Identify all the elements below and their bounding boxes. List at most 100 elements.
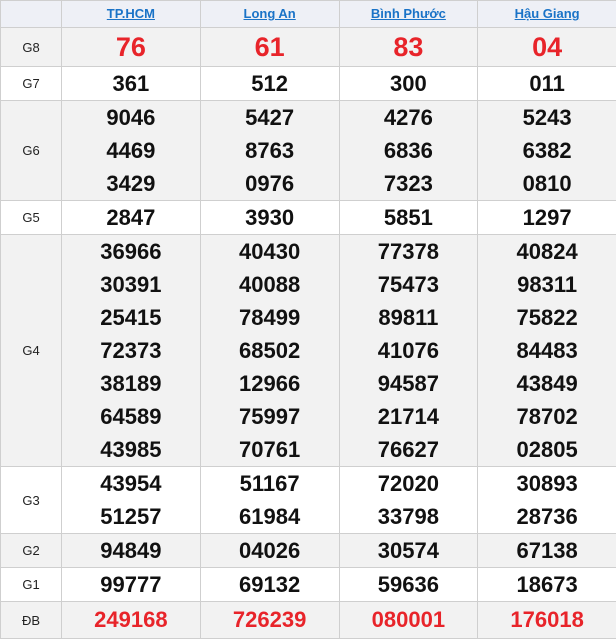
result-number: 02805 bbox=[478, 433, 616, 466]
prize-row-gdb: ĐB249168726239080001176018 bbox=[1, 602, 616, 639]
result-cell: 61 bbox=[200, 28, 339, 67]
province-link-binh-phuoc[interactable]: Bình Phước bbox=[371, 6, 446, 21]
prize-label: G5 bbox=[1, 201, 62, 235]
result-number: 72020 bbox=[340, 467, 478, 500]
prize-row-g3: G343954512575116761984720203379830893287… bbox=[1, 467, 616, 534]
result-number: 080001 bbox=[340, 602, 478, 638]
result-number: 61 bbox=[201, 28, 339, 66]
result-cell: 40430400887849968502129667599770761 bbox=[200, 235, 339, 467]
result-number: 1297 bbox=[478, 201, 616, 234]
result-number: 04 bbox=[478, 28, 616, 66]
result-cell: 5116761984 bbox=[200, 467, 339, 534]
result-number: 3429 bbox=[62, 167, 200, 200]
result-number: 726239 bbox=[201, 602, 339, 638]
result-number: 76627 bbox=[340, 433, 478, 466]
result-cell: 67138 bbox=[478, 534, 616, 568]
result-number: 25415 bbox=[62, 301, 200, 334]
result-number: 6382 bbox=[478, 134, 616, 167]
province-link-tphcm[interactable]: TP.HCM bbox=[107, 6, 155, 21]
province-link-hau-giang[interactable]: Hậu Giang bbox=[515, 6, 580, 21]
results-body: G876618304G7361512300011G690464469342954… bbox=[1, 28, 616, 639]
result-number: 41076 bbox=[340, 334, 478, 367]
result-number: 36966 bbox=[62, 235, 200, 268]
prize-row-g2: G294849040263057467138 bbox=[1, 534, 616, 568]
prize-row-g1: G199777691325963618673 bbox=[1, 568, 616, 602]
result-cell: 04026 bbox=[200, 534, 339, 568]
result-cell: 4395451257 bbox=[62, 467, 201, 534]
result-cell: 080001 bbox=[339, 602, 478, 639]
result-cell: 512 bbox=[200, 67, 339, 101]
prize-row-g7: G7361512300011 bbox=[1, 67, 616, 101]
result-cell: 3089328736 bbox=[478, 467, 616, 534]
result-number: 98311 bbox=[478, 268, 616, 301]
result-cell: 83 bbox=[339, 28, 478, 67]
result-number: 77378 bbox=[340, 235, 478, 268]
result-number: 40824 bbox=[478, 235, 616, 268]
result-number: 7323 bbox=[340, 167, 478, 200]
result-number: 43954 bbox=[62, 467, 200, 500]
result-number: 67138 bbox=[478, 534, 616, 567]
result-cell: 542787630976 bbox=[200, 101, 339, 201]
result-cell: 94849 bbox=[62, 534, 201, 568]
result-number: 75997 bbox=[201, 400, 339, 433]
province-header-cell: Hậu Giang bbox=[478, 1, 616, 28]
result-number: 89811 bbox=[340, 301, 478, 334]
prize-row-g4: G436966303912541572373381896458943985404… bbox=[1, 235, 616, 467]
prize-row-g5: G52847393058511297 bbox=[1, 201, 616, 235]
result-number: 30893 bbox=[478, 467, 616, 500]
result-cell: 011 bbox=[478, 67, 616, 101]
result-cell: 249168 bbox=[62, 602, 201, 639]
result-number: 84483 bbox=[478, 334, 616, 367]
prize-label: G4 bbox=[1, 235, 62, 467]
result-number: 2847 bbox=[62, 201, 200, 234]
prize-row-g8: G876618304 bbox=[1, 28, 616, 67]
prize-row-g6: G690464469342954278763097642766836732352… bbox=[1, 101, 616, 201]
result-number: 40088 bbox=[201, 268, 339, 301]
result-number: 21714 bbox=[340, 400, 478, 433]
result-number: 04026 bbox=[201, 534, 339, 567]
result-number: 40430 bbox=[201, 235, 339, 268]
result-cell: 2847 bbox=[62, 201, 201, 235]
result-number: 38189 bbox=[62, 367, 200, 400]
result-number: 18673 bbox=[478, 568, 616, 601]
prize-label: G6 bbox=[1, 101, 62, 201]
result-number: 249168 bbox=[62, 602, 200, 638]
result-cell: 77378754738981141076945872171476627 bbox=[339, 235, 478, 467]
prize-label: G8 bbox=[1, 28, 62, 67]
result-number: 83 bbox=[340, 28, 478, 66]
result-cell: 361 bbox=[62, 67, 201, 101]
result-cell: 5851 bbox=[339, 201, 478, 235]
result-number: 4469 bbox=[62, 134, 200, 167]
result-number: 61984 bbox=[201, 500, 339, 533]
result-number: 94849 bbox=[62, 534, 200, 567]
result-number: 51167 bbox=[201, 467, 339, 500]
province-header-row: TP.HCM Long An Bình Phước Hậu Giang bbox=[1, 1, 616, 28]
result-number: 78702 bbox=[478, 400, 616, 433]
result-cell: 30574 bbox=[339, 534, 478, 568]
result-number: 75473 bbox=[340, 268, 478, 301]
province-link-long-an[interactable]: Long An bbox=[244, 6, 296, 21]
result-number: 43849 bbox=[478, 367, 616, 400]
result-number: 30574 bbox=[340, 534, 478, 567]
result-number: 94587 bbox=[340, 367, 478, 400]
prize-label: G2 bbox=[1, 534, 62, 568]
prize-label: G7 bbox=[1, 67, 62, 101]
result-number: 59636 bbox=[340, 568, 478, 601]
result-number: 76 bbox=[62, 28, 200, 66]
province-header-cell: TP.HCM bbox=[62, 1, 201, 28]
result-cell: 36966303912541572373381896458943985 bbox=[62, 235, 201, 467]
result-number: 72373 bbox=[62, 334, 200, 367]
result-number: 5243 bbox=[478, 101, 616, 134]
result-cell: 904644693429 bbox=[62, 101, 201, 201]
result-number: 28736 bbox=[478, 500, 616, 533]
result-number: 12966 bbox=[201, 367, 339, 400]
result-cell: 99777 bbox=[62, 568, 201, 602]
result-cell: 524363820810 bbox=[478, 101, 616, 201]
result-number: 78499 bbox=[201, 301, 339, 334]
result-cell: 40824983117582284483438497870202805 bbox=[478, 235, 616, 467]
result-number: 3930 bbox=[201, 201, 339, 234]
prize-label: G1 bbox=[1, 568, 62, 602]
result-cell: 69132 bbox=[200, 568, 339, 602]
result-number: 99777 bbox=[62, 568, 200, 601]
result-cell: 59636 bbox=[339, 568, 478, 602]
